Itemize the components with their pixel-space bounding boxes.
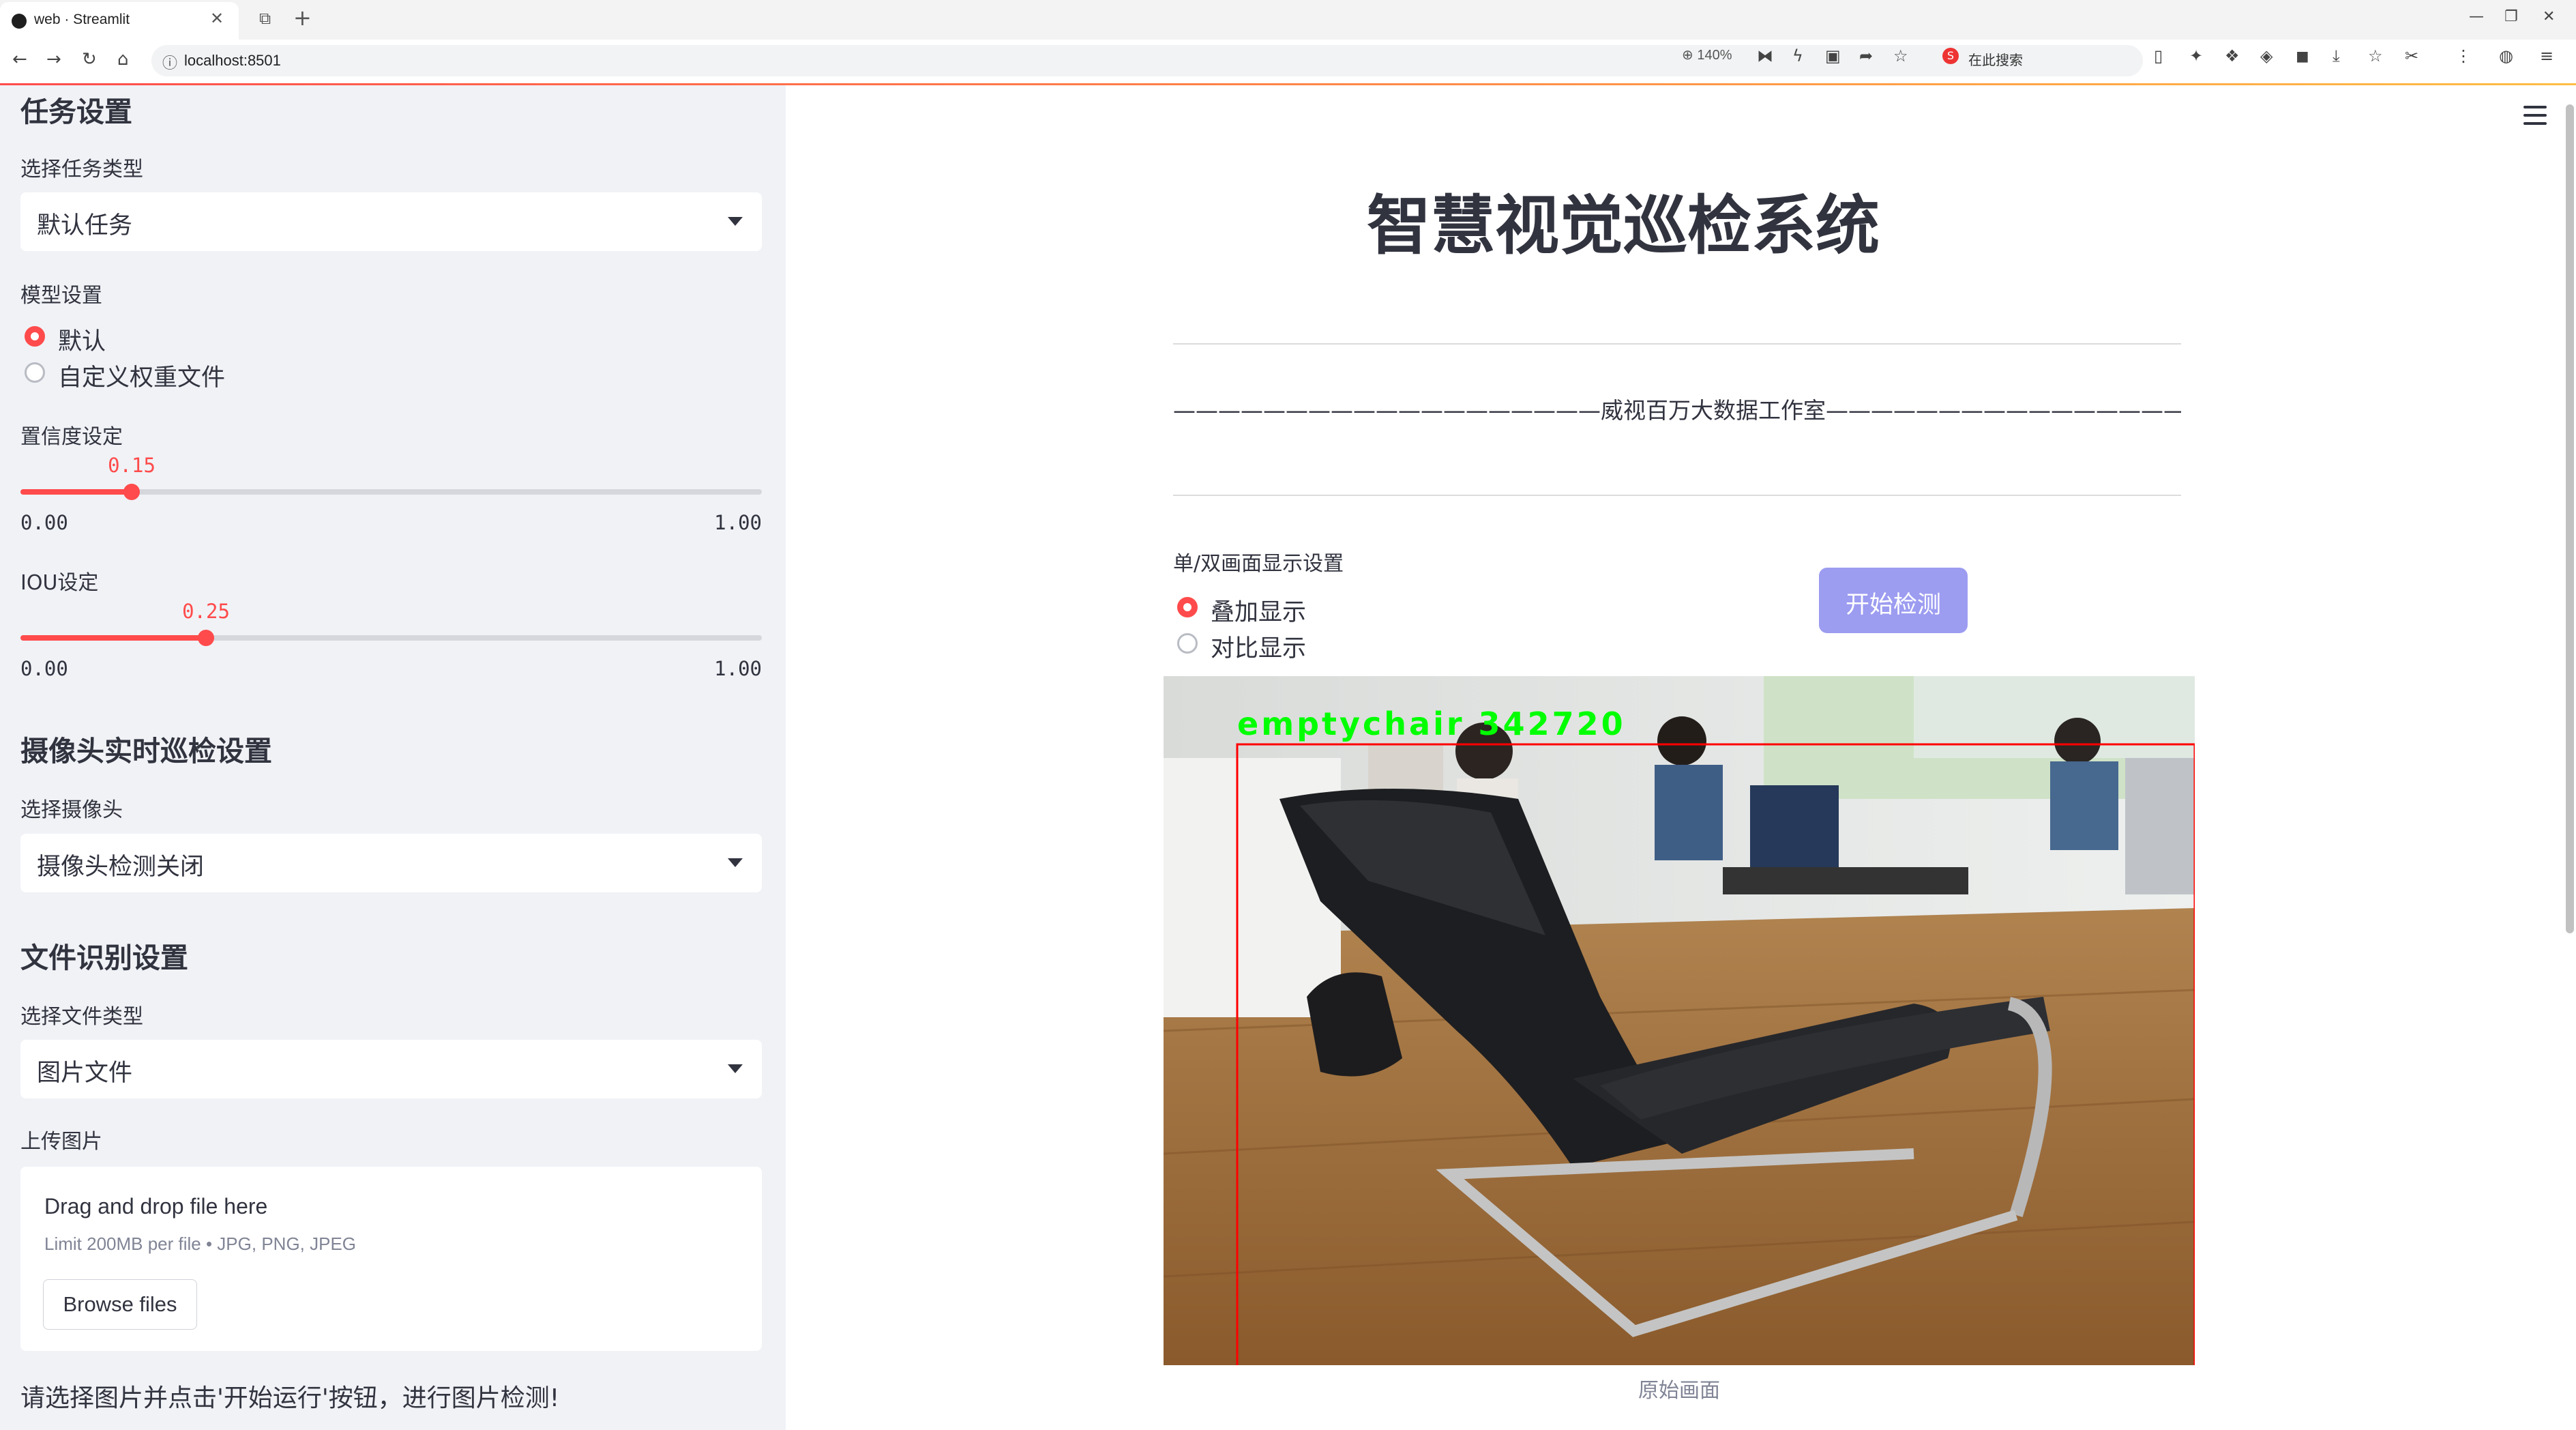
slider-max: 1.00 bbox=[714, 657, 762, 680]
new-tab-icon[interactable]: + bbox=[293, 5, 312, 31]
studio-line: ———————————————————威视百万大数据工作室———————————… bbox=[1173, 397, 2181, 424]
extension-blue-icon[interactable]: ❖ bbox=[2225, 46, 2240, 65]
lightning-icon[interactable]: ϟ bbox=[1792, 46, 1803, 65]
zoom-level: 140% bbox=[1697, 48, 1732, 63]
camera-select[interactable]: 摄像头检测关闭 bbox=[20, 834, 762, 892]
scissors-icon[interactable]: ✂ bbox=[2405, 46, 2418, 65]
close-window-icon[interactable]: ✕ bbox=[2543, 8, 2555, 25]
iou-slider[interactable]: 0.25 0.00 1.00 bbox=[20, 600, 762, 682]
search-engine-box[interactable]: S 在此搜索 bbox=[1936, 44, 2140, 71]
model-settings-label: 模型设置 bbox=[20, 284, 102, 308]
file-type-label: 选择文件类型 bbox=[20, 1005, 143, 1029]
confidence-slider[interactable]: 0.15 0.00 1.00 bbox=[20, 454, 762, 536]
slider-thumb[interactable] bbox=[198, 630, 214, 646]
browse-files-button[interactable]: Browse files bbox=[43, 1279, 197, 1330]
model-option-label: 自定义权重文件 bbox=[58, 364, 226, 392]
close-tab-icon[interactable]: ✕ bbox=[210, 9, 224, 28]
start-detection-button[interactable]: 开始检测 bbox=[1819, 568, 1968, 633]
task-type-select[interactable]: 默认任务 bbox=[20, 192, 762, 251]
sidebar: 任务设置 选择任务类型 默认任务 模型设置 默认 自定义权重文件 置信度设定 0… bbox=[0, 85, 786, 1430]
tab-title: web · Streamlit bbox=[34, 12, 130, 27]
search-placeholder: 在此搜索 bbox=[1968, 52, 2023, 68]
back-icon[interactable]: ← bbox=[12, 49, 27, 70]
browser-tab-bar: web · Streamlit ✕ ⧉ + — ❐ ✕ bbox=[0, 0, 2576, 40]
bookmark-star-icon[interactable]: ☆ bbox=[1893, 46, 1908, 65]
slider-fill bbox=[20, 635, 206, 641]
page-info-icon[interactable]: ⓘ bbox=[162, 51, 177, 73]
translate-icon[interactable]: ⧓ bbox=[1757, 46, 1773, 65]
display-mode-label: 单/双画面显示设置 bbox=[1173, 552, 1344, 576]
more-icon[interactable]: ⋮ bbox=[2455, 46, 2472, 65]
url-text: localhost:8501 bbox=[184, 52, 281, 69]
page-title: 智慧视觉巡检系统 bbox=[1366, 189, 1880, 263]
slider-thumb[interactable] bbox=[123, 484, 140, 500]
divider bbox=[1173, 495, 2181, 496]
extension-color-icon[interactable]: ✦ bbox=[2189, 46, 2203, 65]
sidebar-status-text: 请选择图片并点击'开始运行'按钮，进行图片检测! bbox=[20, 1384, 560, 1412]
radio-selected-icon bbox=[1177, 597, 1198, 617]
address-input[interactable]: ⓘ localhost:8501 bbox=[151, 45, 2143, 76]
camera-select-value: 摄像头检测关闭 bbox=[37, 853, 205, 881]
share-icon[interactable]: ➦ bbox=[1859, 46, 1873, 65]
slider-current-value: 0.25 bbox=[182, 600, 230, 623]
slider-fill bbox=[20, 489, 132, 495]
download-icon[interactable]: ⤓ bbox=[2333, 46, 2340, 65]
profile-avatar[interactable]: ◍ bbox=[2499, 46, 2513, 65]
file-dropzone[interactable]: Drag and drop file here Limit 200MB per … bbox=[20, 1167, 762, 1351]
mobile-icon[interactable]: ▯ bbox=[2154, 46, 2163, 65]
divider bbox=[1173, 343, 2181, 345]
detection-label: emptychair 342720 bbox=[1237, 705, 1626, 742]
chevron-down-icon bbox=[728, 217, 743, 226]
detection-image: emptychair 342720 bbox=[1164, 676, 2195, 1365]
scrollbar[interactable] bbox=[2566, 104, 2574, 933]
display-option-label: 叠加显示 bbox=[1211, 599, 1307, 626]
task-settings-heading: 任务设置 bbox=[20, 96, 132, 128]
task-type-value: 默认任务 bbox=[37, 212, 133, 239]
task-type-label: 选择任务类型 bbox=[20, 158, 143, 181]
radio-unselected-icon bbox=[25, 362, 45, 383]
chevron-down-icon bbox=[728, 1064, 743, 1073]
file-type-value: 图片文件 bbox=[37, 1060, 133, 1087]
display-option-label: 对比显示 bbox=[1211, 635, 1307, 662]
browser-tab[interactable]: web · Streamlit ✕ bbox=[0, 2, 239, 40]
iou-label: IOU设定 bbox=[20, 571, 99, 595]
home-icon[interactable]: ⌂ bbox=[117, 49, 129, 70]
restore-icon[interactable]: ❐ bbox=[2504, 8, 2518, 25]
model-option-label: 默认 bbox=[58, 328, 106, 355]
zoom-indicator[interactable]: ⊕ 140% bbox=[1682, 46, 1732, 63]
extension-black-icon[interactable]: ◼ bbox=[2296, 46, 2309, 65]
file-settings-heading: 文件识别设置 bbox=[20, 942, 188, 974]
slider-current-value: 0.15 bbox=[108, 454, 156, 477]
browse-files-label: Browse files bbox=[63, 1292, 177, 1316]
screenshot-icon[interactable]: ▣ bbox=[1825, 46, 1841, 65]
browser-toolbar: ← → ↻ ⌂ ⓘ localhost:8501 ⊕ 140% ⧓ ϟ ▣ ➦ … bbox=[0, 40, 2576, 84]
main-menu-icon[interactable] bbox=[2523, 106, 2547, 126]
chevron-down-icon bbox=[728, 858, 743, 867]
tab-groups-icon[interactable]: ⧉ bbox=[259, 9, 271, 28]
search-engine-logo-icon: S bbox=[1942, 48, 1959, 64]
start-detection-label: 开始检测 bbox=[1845, 592, 1941, 619]
confidence-label: 置信度设定 bbox=[20, 425, 123, 449]
image-caption: 原始画面 bbox=[1638, 1379, 1720, 1403]
forward-icon[interactable]: → bbox=[46, 49, 61, 70]
slider-min: 0.00 bbox=[20, 657, 68, 680]
streamlit-favicon-icon bbox=[12, 14, 27, 29]
dropzone-limit: Limit 200MB per file • JPG, PNG, JPEG bbox=[44, 1234, 357, 1254]
slider-max: 1.00 bbox=[714, 511, 762, 534]
camera-select-label: 选择摄像头 bbox=[20, 798, 123, 822]
favorites-icon[interactable]: ☆ bbox=[2368, 46, 2383, 65]
browser-menu-icon[interactable]: ≡ bbox=[2540, 46, 2553, 65]
upload-label: 上传图片 bbox=[20, 1130, 102, 1154]
radio-selected-icon bbox=[25, 326, 45, 347]
minimize-icon[interactable]: — bbox=[2469, 8, 2484, 25]
radio-unselected-icon bbox=[1177, 633, 1198, 654]
extension-translate-icon[interactable]: ◈ bbox=[2260, 46, 2272, 65]
slider-min: 0.00 bbox=[20, 511, 68, 534]
main-content: 智慧视觉巡检系统 ———————————————————威视百万大数据工作室——… bbox=[786, 85, 2576, 1430]
reload-icon[interactable]: ↻ bbox=[82, 49, 97, 70]
camera-settings-heading: 摄像头实时巡检设置 bbox=[20, 735, 272, 768]
file-type-select[interactable]: 图片文件 bbox=[20, 1040, 762, 1098]
dropzone-text: Drag and drop file here bbox=[44, 1194, 268, 1219]
office-chair-photo: emptychair 342720 bbox=[1164, 676, 2195, 1365]
